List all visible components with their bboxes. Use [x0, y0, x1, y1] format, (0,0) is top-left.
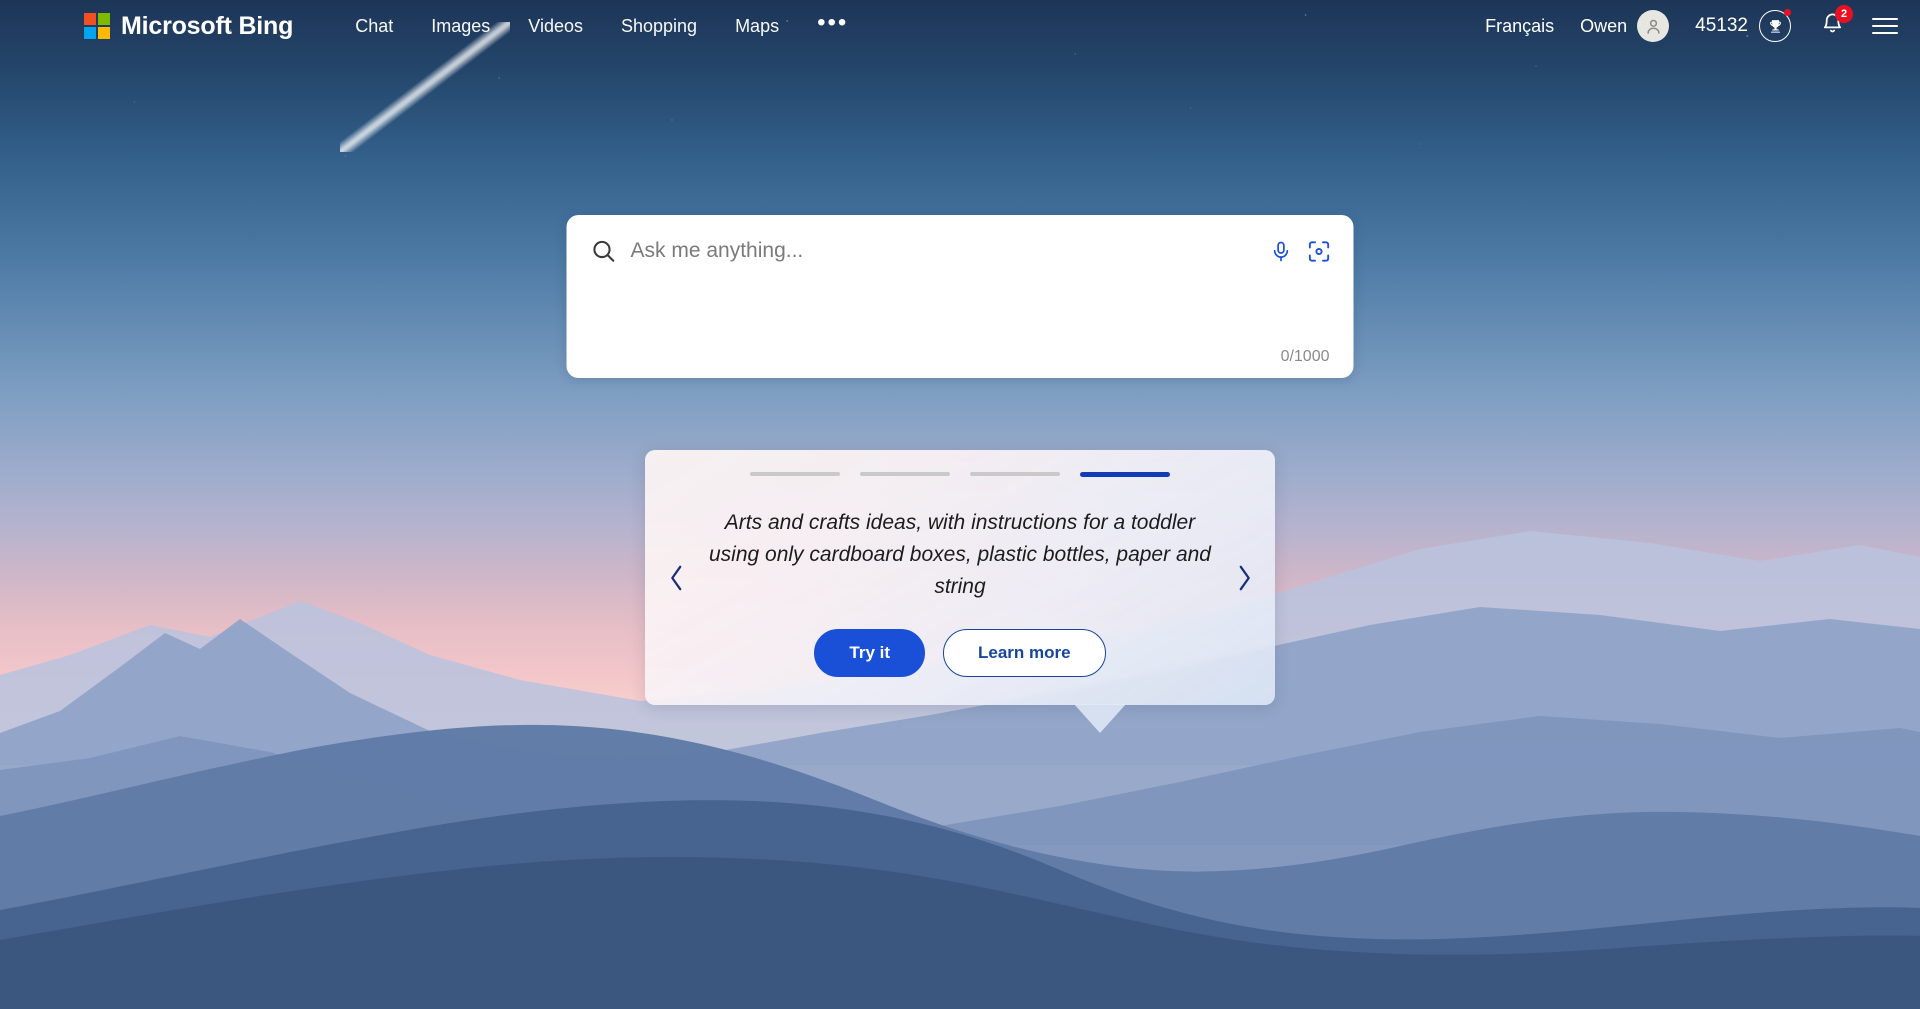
nav-item-chat[interactable]: Chat: [355, 16, 393, 37]
nav-item-videos[interactable]: Videos: [528, 16, 583, 37]
carousel-dot-2[interactable]: [860, 472, 950, 476]
microsoft-logo-icon: [84, 13, 110, 39]
search-area: 0/1000: [566, 215, 1354, 378]
search-icon[interactable]: [591, 238, 617, 264]
top-bar-right-cluster: Français Owen 45132 2: [1485, 5, 1898, 42]
learn-more-button[interactable]: Learn more: [943, 629, 1106, 677]
rewards-points-value: 45132: [1695, 15, 1748, 36]
visual-search-camera-icon[interactable]: [1307, 239, 1332, 264]
account-menu[interactable]: Owen: [1580, 10, 1670, 42]
search-box[interactable]: 0/1000: [566, 215, 1354, 378]
hamburger-menu-icon[interactable]: [1872, 17, 1898, 35]
account-name-label: Owen: [1580, 15, 1628, 36]
person-avatar-icon: [1637, 10, 1670, 42]
chevron-right-icon[interactable]: [1227, 561, 1261, 595]
card-pointer-tail: [1074, 704, 1126, 733]
card-action-buttons: Try it Learn more: [701, 629, 1219, 677]
carousel-dot-4-active[interactable]: [1080, 472, 1170, 477]
search-input-row: [591, 237, 1332, 265]
top-navigation-bar: Microsoft Bing Chat Images Videos Shoppi…: [0, 0, 1920, 52]
notifications-button[interactable]: 2: [1821, 5, 1853, 40]
chevron-left-icon[interactable]: [659, 561, 693, 595]
mountain-foreground-dark: [0, 830, 1920, 1009]
carousel-dot-3[interactable]: [970, 472, 1060, 476]
notification-count-badge: 2: [1835, 5, 1853, 23]
language-selector[interactable]: Français: [1485, 16, 1554, 37]
character-counter: 0/1000: [1280, 348, 1330, 365]
try-it-button[interactable]: Try it: [814, 629, 926, 677]
carousel-progress-indicators: [701, 472, 1219, 477]
rewards-trophy-icon: [1759, 9, 1791, 42]
bing-brand-logo[interactable]: Microsoft Bing: [84, 12, 293, 41]
nav-item-images[interactable]: Images: [431, 16, 490, 37]
suggestion-carousel-card: Arts and crafts ideas, with instructions…: [645, 450, 1275, 733]
nav-item-shopping[interactable]: Shopping: [621, 16, 697, 37]
bing-homepage: Microsoft Bing Chat Images Videos Shoppi…: [0, 0, 1920, 1009]
nav-more-ellipsis-icon[interactable]: •••: [817, 11, 848, 35]
carousel-dot-1[interactable]: [750, 472, 840, 476]
rewards-points-button[interactable]: 45132: [1695, 9, 1791, 42]
rewards-alert-dot: [1784, 9, 1791, 16]
primary-nav: Chat Images Videos Shopping Maps •••: [355, 11, 848, 37]
microphone-icon[interactable]: [1270, 240, 1293, 263]
brand-name-label: Microsoft Bing: [121, 11, 294, 40]
suggestion-text: Arts and crafts ideas, with instructions…: [709, 511, 1211, 598]
nav-item-maps[interactable]: Maps: [735, 16, 779, 37]
bell-icon: [1821, 13, 1844, 39]
search-input[interactable]: [630, 237, 1256, 265]
